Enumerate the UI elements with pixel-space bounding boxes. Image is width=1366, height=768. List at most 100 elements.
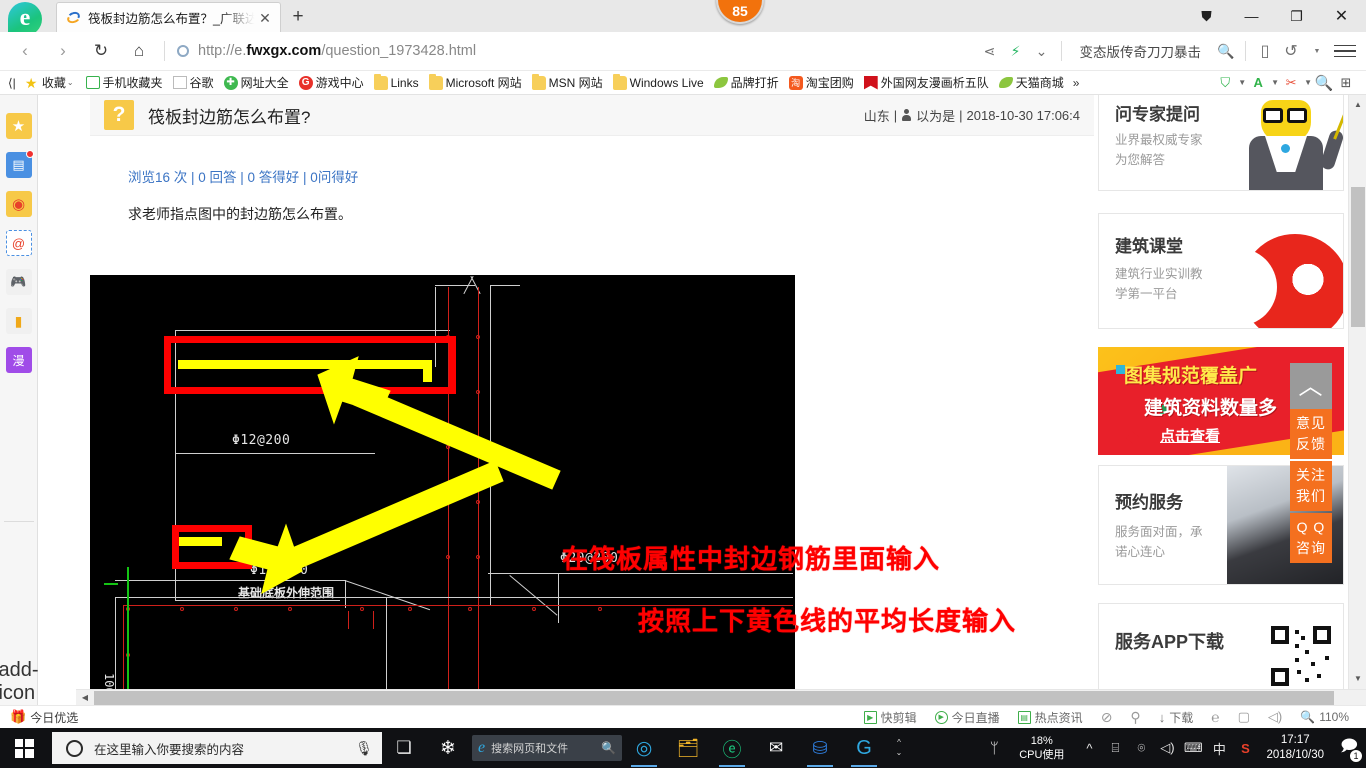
menu-icon[interactable] — [1330, 34, 1360, 68]
bookmark-windows-live[interactable]: Windows Live — [608, 72, 709, 94]
taskbar-app-icon[interactable]: ❄ — [426, 728, 470, 768]
promo-search-text[interactable]: 变态版传奇刀刀暴击 — [1068, 41, 1214, 61]
manga-icon[interactable]: 漫 — [5, 347, 32, 373]
history-caret-icon[interactable]: ▼ — [1304, 34, 1330, 68]
shield-icon[interactable]: ⛉ — [1215, 73, 1235, 93]
taskbar-edge-icon[interactable]: ⓔ — [710, 728, 754, 768]
status-today-picks[interactable]: 🎁 今日优选 — [0, 709, 87, 726]
site-info-icon[interactable] — [177, 45, 189, 57]
mobile-view-icon[interactable]: ▯ — [1252, 34, 1278, 68]
bookmark-game-center[interactable]: G 游戏中心 — [294, 72, 369, 94]
taskbar-mail-icon[interactable]: ✉ — [754, 728, 798, 768]
bookmark-google[interactable]: 谷歌 — [168, 72, 219, 94]
notification-center-button[interactable]: 🗩 1 — [1332, 728, 1366, 768]
card-building-classroom[interactable]: 建筑课堂 建筑行业实训教 学第一平台 — [1098, 213, 1344, 329]
favorites-star-icon[interactable]: ★ — [5, 113, 32, 139]
magnifier-icon[interactable]: 🔍 — [1314, 73, 1334, 93]
card-ask-expert[interactable]: 问专家提问 业界最权威专家 为您解答 — [1098, 95, 1344, 191]
chevron-down-icon[interactable]: ⌄ — [896, 748, 903, 758]
address-bar[interactable]: http://e.fwxgx.com/question_1973428.html — [171, 34, 977, 68]
volume-icon[interactable]: ◁) — [1154, 728, 1180, 768]
status-zoom[interactable]: 🔍 110% — [1291, 710, 1358, 724]
history-icon[interactable]: ↺ — [1278, 34, 1304, 68]
browser-tab-active[interactable]: 筏板封边筋怎么布置？_广联达服 ✕ — [56, 2, 281, 32]
new-tab-button[interactable]: + — [281, 2, 315, 32]
banner-cta[interactable]: 点击查看 — [1160, 425, 1220, 446]
bookmark-foreign-comic[interactable]: 外国网友漫画析五队 — [859, 72, 994, 94]
follow-us-button[interactable]: 关注 我们 — [1290, 461, 1332, 511]
bookmark-taobao-tuan[interactable]: 淘 淘宝团购 — [784, 72, 859, 94]
ie-search-box[interactable]: e 搜索网页和文件 🔍 — [472, 735, 622, 761]
cpu-usage-indicator[interactable]: 18% CPU使用 — [1007, 734, 1076, 762]
keyboard-icon[interactable]: ⌨ — [1180, 728, 1206, 768]
chevron-down-icon[interactable]: ⌄ — [1029, 34, 1055, 68]
scroll-left-icon[interactable]: ◀ — [76, 689, 94, 706]
chevron-down-icon[interactable]: ▼ — [1271, 78, 1279, 87]
chevron-down-icon[interactable]: ▼ — [1304, 78, 1312, 87]
email-at-icon[interactable]: @ — [5, 230, 32, 256]
taskbar-file-explorer-icon[interactable]: 🗂 — [666, 728, 710, 768]
gamepad-icon[interactable]: 🎮 — [5, 269, 32, 295]
reading-list-icon[interactable]: ▤ — [5, 150, 34, 178]
book-icon[interactable]: ▮ — [5, 308, 32, 334]
grid-icon[interactable]: ⊞ — [1336, 73, 1356, 93]
status-window-tool[interactable]: ▢ — [1229, 709, 1259, 725]
status-hot-news[interactable]: ▤ 热点资讯 — [1009, 709, 1092, 726]
taskbar-search-box[interactable]: 在这里输入你要搜索的内容 🎙 — [52, 732, 382, 764]
bookmarks-collapse-icon[interactable]: ⟨| — [4, 76, 20, 90]
taskbar-clock[interactable]: 17:17 2018/10/30 — [1258, 733, 1332, 763]
taskbar-store-icon[interactable]: ⛁ — [798, 728, 842, 768]
minimize-button[interactable]: — — [1229, 0, 1274, 32]
skin-shirt-icon[interactable]: ⛊ — [1184, 0, 1229, 32]
tab-close-icon[interactable]: ✕ — [256, 9, 274, 27]
card-app-download[interactable]: 服务APP下载 — [1098, 603, 1344, 703]
status-download[interactable]: ↓ 下载 — [1150, 709, 1203, 726]
mic-icon[interactable]: 🎙 — [354, 740, 374, 757]
score-badge[interactable]: 85 — [716, 0, 764, 24]
search-icon[interactable]: 🔍 — [601, 741, 616, 755]
start-button[interactable] — [0, 728, 48, 768]
taskbar-360-icon[interactable]: ◎ — [622, 728, 666, 768]
question-stats[interactable]: 浏览16 次 | 0 回答 | 0 答得好 | 0问得好 — [90, 136, 1094, 186]
scroll-down-icon[interactable]: ▼ — [1349, 669, 1366, 687]
status-mute-ad[interactable]: ⚲ — [1121, 709, 1149, 726]
bookmark-links[interactable]: Links — [369, 72, 424, 94]
bookmark-tmall[interactable]: 天猫商城 — [994, 72, 1069, 94]
vertical-scrollbar-thumb[interactable] — [1351, 187, 1365, 327]
usb-icon[interactable]: ⌸ — [1102, 728, 1128, 768]
bookmark-hao123[interactable]: ✚ 网址大全 — [219, 72, 294, 94]
status-shield-slash[interactable]: ⊘ — [1092, 709, 1122, 726]
sogou-icon[interactable]: S — [1232, 728, 1258, 768]
taskbar-browser-icon[interactable]: G — [842, 728, 886, 768]
bookmark-brand-discount[interactable]: 品牌打折 — [709, 72, 784, 94]
weibo-icon[interactable]: ◉ — [5, 191, 32, 217]
bookmark-mobile-favorites[interactable]: 手机收藏夹 — [79, 72, 168, 94]
chevron-up-icon[interactable]: ^ — [897, 738, 901, 748]
vertical-scrollbar[interactable]: ▲ ▼ ▶ — [1348, 95, 1366, 705]
forward-button[interactable]: › — [44, 34, 82, 68]
status-live-today[interactable]: ▶ 今日直播 — [926, 709, 1009, 726]
translate-icon[interactable]: A — [1248, 73, 1268, 93]
chevron-down-icon[interactable]: ▼ — [1238, 78, 1246, 87]
add-icon[interactable]: add-icon — [0, 659, 39, 704]
taskbar-overflow-chevrons[interactable]: ^ ⌄ — [886, 738, 912, 758]
share-icon[interactable]: ⋖ — [977, 34, 1003, 68]
back-button[interactable]: ‹ — [6, 34, 44, 68]
people-icon[interactable]: ᛘ — [981, 728, 1007, 768]
bookmark-favorites[interactable]: ★ 收藏 ⌄ — [20, 72, 79, 94]
chevron-down-icon[interactable]: ⌄ — [67, 78, 74, 87]
horizontal-scrollbar[interactable]: ◀ — [76, 689, 1366, 705]
home-button[interactable]: ⌂ — [120, 34, 158, 68]
cad-drawing-image[interactable]: Φ12@200 Φ12@200 基础底板外伸范围 Φ20@200 — [90, 275, 795, 705]
ime-cn-icon[interactable]: 中 — [1206, 728, 1232, 768]
chevron-up-icon[interactable]: ^ — [1076, 728, 1102, 768]
scroll-up-icon[interactable]: ▲ — [1349, 95, 1366, 113]
back-to-top-button[interactable]: ︿ — [1290, 363, 1332, 409]
bookmark-microsoft[interactable]: Microsoft 网站 — [424, 72, 527, 94]
restore-button[interactable]: ❐ — [1274, 0, 1319, 32]
bookmarks-overflow-icon[interactable]: » — [1069, 76, 1084, 90]
status-quick-edit[interactable]: ▶ 快剪辑 — [855, 709, 926, 726]
horizontal-scrollbar-thumb[interactable] — [94, 691, 1334, 705]
close-button[interactable]: ✕ — [1319, 0, 1364, 32]
wifi-icon[interactable]: ⌾ — [1128, 728, 1154, 768]
